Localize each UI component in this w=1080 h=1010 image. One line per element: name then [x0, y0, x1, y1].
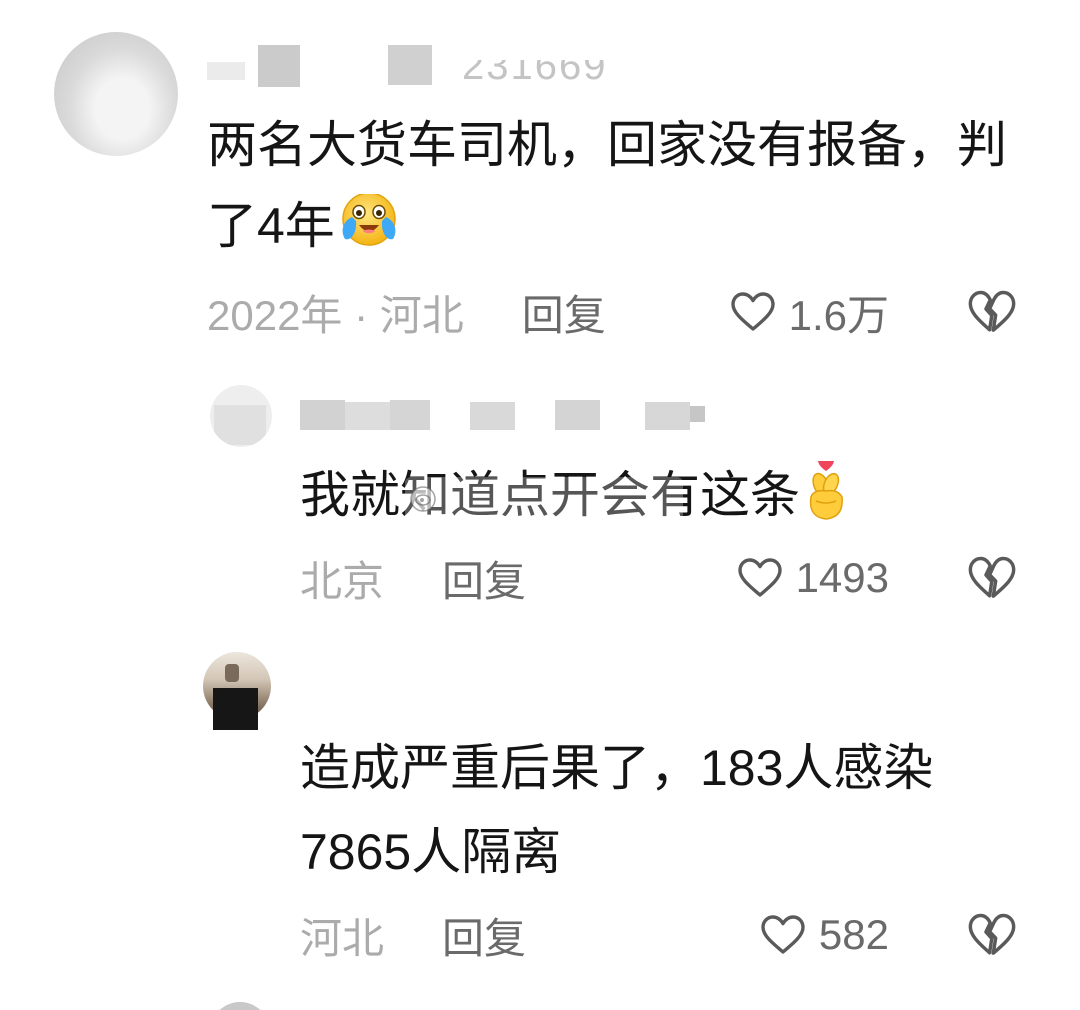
comment-text-line: 了4年	[207, 194, 401, 258]
comment-text: 了4年	[207, 198, 335, 254]
reply-button[interactable]: 回复	[442, 910, 526, 961]
watermark	[405, 477, 683, 521]
reply-item: 造成严重后果了，183人感染 7865人隔离 河北 回复 582	[0, 630, 1080, 1000]
crying-laughing-emoji-icon	[337, 194, 401, 258]
avatar[interactable]	[54, 32, 178, 156]
avatar-detail	[225, 664, 239, 682]
broken-heart-icon[interactable]	[965, 909, 1019, 961]
comment-text-line: 7865人隔离	[300, 822, 561, 882]
like-count: 582	[818, 911, 889, 958]
comment-text: 7865人隔离	[300, 824, 562, 880]
comment-list: 231669 两名大货车司机，回家没有报备，判 了4年 2022年 · 河北 回…	[0, 0, 1080, 1010]
username-digits: 231669	[462, 60, 608, 84]
username-mosaic	[555, 400, 600, 430]
username-mosaic	[390, 400, 430, 430]
username[interactable]	[300, 400, 710, 432]
heart-outline-icon[interactable]	[727, 288, 779, 336]
finger-heart-emoji-icon	[802, 461, 850, 529]
username-mosaic	[388, 45, 432, 85]
comment-text-line: 造成严重后果了，183人感染	[300, 738, 933, 798]
comment-location: 河北	[300, 914, 385, 961]
heart-outline-icon[interactable]	[734, 554, 786, 602]
comment-meta: 北京 回复	[300, 553, 526, 604]
comment-meta: 2022年 · 河北 回复	[207, 287, 606, 338]
avatar-mosaic	[214, 405, 266, 445]
username-mosaic	[345, 402, 390, 430]
comment-text: 造成严重后果了，183人感染	[300, 740, 934, 796]
broken-heart-icon[interactable]	[965, 552, 1019, 604]
reply-button[interactable]: 回复	[442, 553, 526, 604]
broken-heart-icon[interactable]	[965, 286, 1019, 338]
avatar[interactable]	[210, 385, 272, 447]
username-mosaic	[207, 62, 245, 80]
comment-item: 231669 两名大货车司机，回家没有报备，判 了4年 2022年 · 河北 回…	[0, 0, 1080, 370]
reply-button[interactable]: 回复	[522, 287, 606, 338]
next-comment-avatar[interactable]	[210, 1002, 270, 1010]
comment-location: 北京	[300, 557, 385, 604]
username-mosaic	[645, 402, 690, 430]
like-button[interactable]: 582	[757, 910, 889, 960]
username-mosaic	[690, 406, 705, 422]
comment-text: 两名大货车司机，回家没有报备，判	[207, 117, 1007, 173]
like-count: 1493	[795, 554, 889, 601]
username-text: 231669	[462, 60, 622, 84]
comment-text-line: 两名大货车司机，回家没有报备，判	[207, 115, 1007, 175]
username[interactable]: 231669	[200, 40, 630, 90]
comment-date-location: 2022年 · 河北	[207, 291, 464, 338]
avatar-mosaic	[213, 688, 258, 730]
username-mosaic	[470, 402, 515, 430]
weibo-logo-icon	[408, 484, 438, 514]
comment-meta: 河北 回复	[300, 910, 526, 961]
reply-item: 我就知道点开会有这条 北京 回复 1493	[0, 370, 1080, 630]
heart-outline-icon[interactable]	[757, 911, 809, 959]
like-button[interactable]: 1.6万	[727, 287, 889, 339]
username-mosaic	[300, 400, 345, 430]
username-mosaic	[258, 45, 300, 87]
like-count: 1.6万	[788, 291, 889, 339]
like-button[interactable]: 1493	[734, 553, 889, 603]
